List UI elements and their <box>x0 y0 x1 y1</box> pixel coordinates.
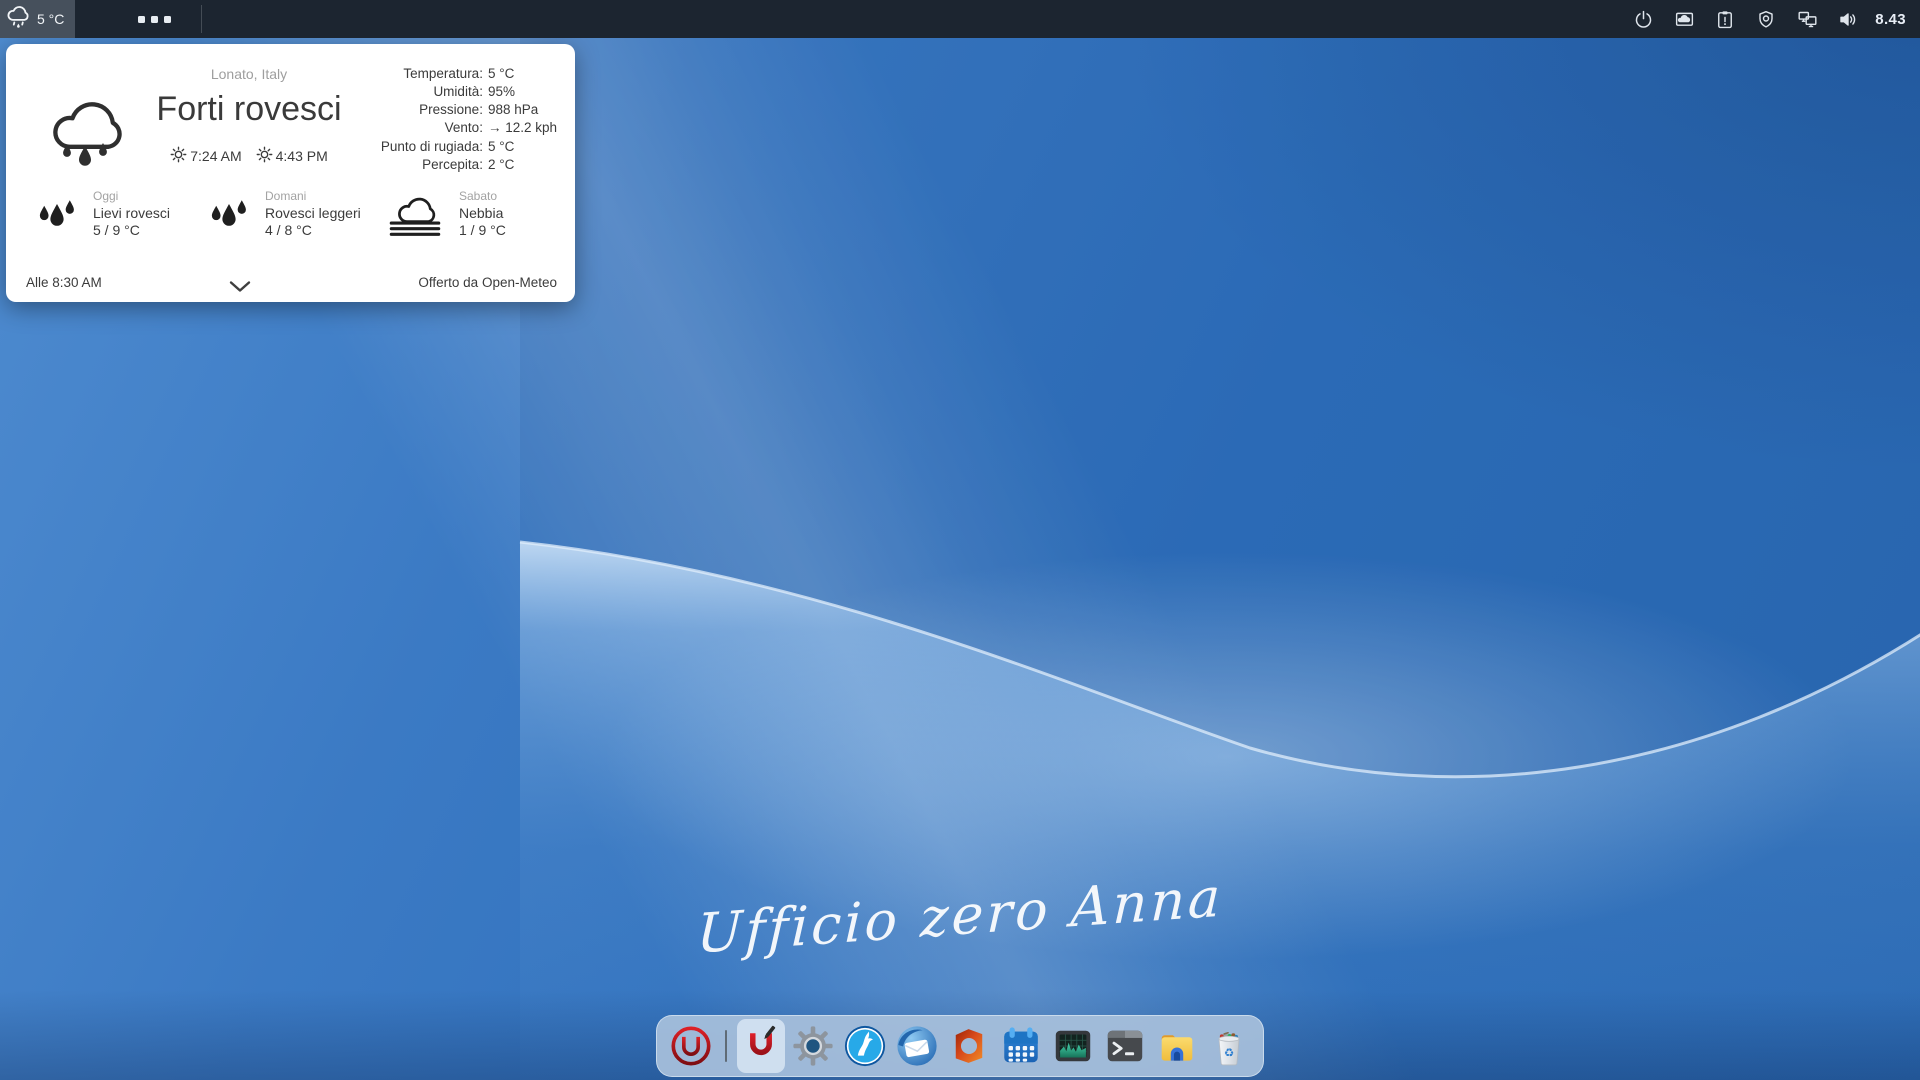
sun-times: 7:24 AM 4:43 PM <box>170 146 328 166</box>
weather-applet-chip[interactable]: 5 °C <box>0 0 75 38</box>
panel-separator <box>201 5 202 33</box>
svg-text:♻: ♻ <box>1224 1046 1234 1060</box>
updated-time-label: Alle 8:30 AM <box>26 275 102 290</box>
sunset-icon <box>256 146 273 166</box>
display-wallpaper-icon[interactable] <box>1672 6 1696 32</box>
forecast-temps: 5 / 9 °C <box>93 222 170 239</box>
detail-label: Vento: <box>381 120 483 138</box>
detail-label: Pressione: <box>381 102 483 120</box>
weather-condition: Forti rovesci <box>156 90 341 129</box>
app-menu-dots[interactable] <box>132 10 177 29</box>
detail-label: Umidità: <box>381 84 483 102</box>
dock-item-office[interactable] <box>945 1019 993 1073</box>
dock-item-terminal[interactable] <box>1101 1019 1149 1073</box>
forecast-day: Domani <box>265 188 361 205</box>
desktop: Ufficio zero Anna 5 °C <box>0 0 1920 1080</box>
dock-item-librewolf-browser[interactable] <box>841 1019 889 1073</box>
menu-dot <box>164 16 171 23</box>
shield-icon[interactable] <box>1754 6 1778 32</box>
forecast-temps: 4 / 8 °C <box>265 222 361 239</box>
rain-cloud-icon <box>5 3 32 35</box>
forecast-row: Oggi Lievi rovesci 5 / 9 °C Domani Roves… <box>6 188 575 239</box>
detail-value: 5 °C <box>488 66 557 84</box>
dock-separator <box>725 1030 727 1062</box>
forecast-day: Oggi <box>93 188 170 205</box>
system-tray <box>1631 6 1860 32</box>
weather-popup: Lonato, Italy Forti rovesci 7:24 AM <box>6 44 575 302</box>
detail-value: 988 hPa <box>488 102 557 120</box>
sunrise-icon <box>170 146 187 166</box>
dock: ♻ <box>656 1015 1264 1077</box>
weather-details: Temperatura: 5 °C Umidità: 95% Pressione… <box>381 54 557 175</box>
top-panel: 5 °C <box>0 0 1920 38</box>
dock-item-settings-gear[interactable] <box>789 1019 837 1073</box>
menu-dot <box>138 16 145 23</box>
detail-label: Percepita: <box>381 157 483 175</box>
attribution-link[interactable]: Offerto da Open-Meteo <box>418 275 557 290</box>
dock-item-file-manager[interactable] <box>1153 1019 1201 1073</box>
panel-temperature: 5 °C <box>37 11 64 27</box>
forecast-tomorrow: Domani Rovesci leggeri 4 / 8 °C <box>208 188 386 239</box>
forecast-condition: Lievi rovesci <box>93 205 170 222</box>
detail-label: Temperatura: <box>381 66 483 84</box>
detail-value: 95% <box>488 84 557 102</box>
weather-summary: Lonato, Italy Forti rovesci 7:24 AM <box>142 54 356 175</box>
weather-location: Lonato, Italy <box>211 66 287 82</box>
sunset-time: 4:43 PM <box>276 148 328 164</box>
sunrise-time: 7:24 AM <box>190 148 241 164</box>
chevron-down-icon[interactable] <box>228 280 252 293</box>
fog-icon <box>386 191 444 237</box>
volume-icon[interactable] <box>1836 6 1860 32</box>
network-icon[interactable] <box>1795 6 1819 32</box>
dock-item-thunderbird-mail[interactable] <box>893 1019 941 1073</box>
detail-value: 5 °C <box>488 139 557 157</box>
dock-item-trash[interactable]: ♻ <box>1205 1019 1253 1073</box>
menu-dot <box>151 16 158 23</box>
forecast-temps: 1 / 9 °C <box>459 222 506 239</box>
weather-popup-footer: Alle 8:30 AM Offerto da Open-Meteo <box>26 275 557 290</box>
forecast-condition: Nebbia <box>459 205 506 222</box>
weather-popup-top: Lonato, Italy Forti rovesci 7:24 AM <box>6 44 575 175</box>
forecast-saturday: Sabato Nebbia 1 / 9 °C <box>386 188 506 239</box>
dock-item-calendar[interactable] <box>997 1019 1045 1073</box>
panel-clock[interactable]: 8.43 <box>1875 11 1906 28</box>
rain-drops-icon <box>36 190 78 238</box>
detail-value: → 12.2 kph <box>488 120 557 138</box>
detail-value: 2 °C <box>488 157 557 175</box>
clipboard-alert-icon[interactable] <box>1713 6 1737 32</box>
forecast-condition: Rovesci leggeri <box>265 205 361 222</box>
dock-item-uz-writer[interactable] <box>737 1019 785 1073</box>
dock-item-system-monitor[interactable] <box>1049 1019 1097 1073</box>
forecast-today: Oggi Lievi rovesci 5 / 9 °C <box>36 188 208 239</box>
rain-drops-icon <box>208 190 250 238</box>
power-icon[interactable] <box>1631 6 1655 32</box>
dock-item-ufficiozero-logo[interactable] <box>667 1019 715 1073</box>
detail-label: Punto di rugiada: <box>381 139 483 157</box>
heavy-rain-icon <box>46 80 126 175</box>
forecast-day: Sabato <box>459 188 506 205</box>
